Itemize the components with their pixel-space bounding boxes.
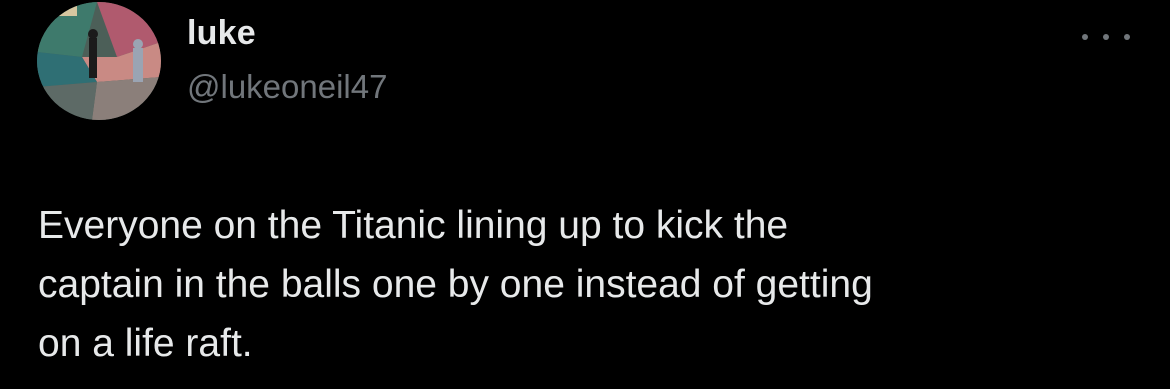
avatar[interactable]	[37, 2, 161, 120]
display-name[interactable]: luke	[187, 14, 256, 53]
tweet-text: Everyone on the Titanic lining up to kic…	[38, 204, 873, 365]
more-dot-icon	[1082, 34, 1088, 40]
tweet-card: luke @lukeoneil47 Everyone on the Titani…	[0, 0, 1170, 389]
more-dot-icon	[1103, 34, 1109, 40]
username-handle[interactable]: @lukeoneil47	[187, 68, 387, 106]
avatar-image	[37, 2, 161, 120]
more-dot-icon	[1124, 34, 1130, 40]
more-options-button[interactable]	[1082, 22, 1130, 52]
